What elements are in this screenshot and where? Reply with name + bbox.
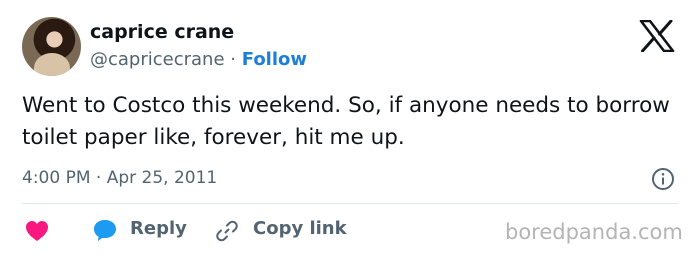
follow-button[interactable]: Follow (242, 49, 307, 70)
author-handle[interactable]: @capricecrane (90, 49, 225, 70)
reply-button[interactable]: Reply (130, 216, 187, 242)
author-name[interactable]: caprice crane (90, 20, 234, 44)
x-logo-icon[interactable] (639, 20, 675, 52)
heart-icon[interactable] (25, 220, 49, 242)
info-icon[interactable] (651, 167, 675, 191)
timestamp[interactable]: 4:00 PM · Apr 25, 2011 (22, 166, 217, 190)
divider (22, 203, 678, 204)
copy-link-button[interactable]: Copy link (253, 216, 347, 242)
watermark: boredpanda.com (505, 220, 683, 244)
separator-dot: · (230, 49, 237, 70)
speech-bubble-icon[interactable] (92, 218, 118, 242)
author-handle-row: @capricecrane · Follow (90, 48, 307, 72)
tweet-text: Went to Costco this weekend. So, if anyo… (22, 93, 670, 150)
link-icon[interactable] (215, 219, 239, 243)
avatar[interactable] (22, 17, 81, 76)
